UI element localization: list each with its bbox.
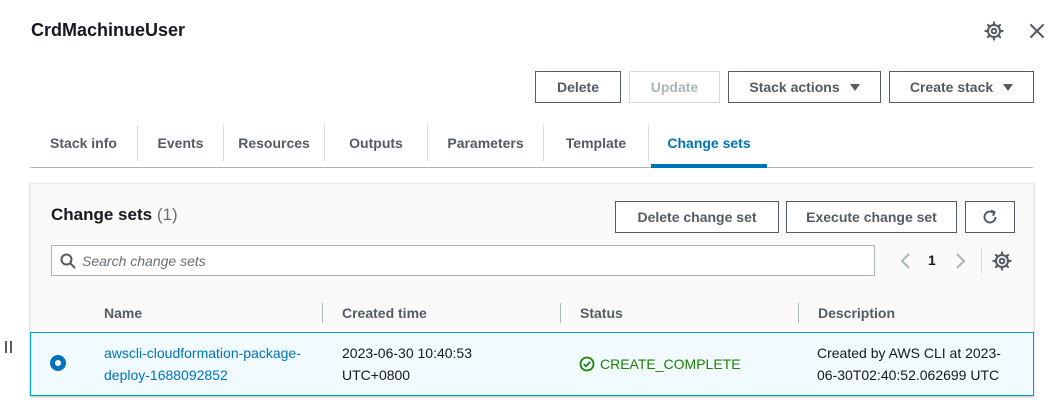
change-sets-heading: Change sets (1) [51, 205, 178, 225]
column-resizer[interactable] [560, 303, 561, 323]
tab-label: Events [157, 135, 204, 151]
stack-actions-label: Stack actions [749, 79, 840, 95]
delete-change-set-label: Delete change set [637, 209, 757, 225]
update-stack-button[interactable]: Update [629, 71, 720, 103]
tab-label: Parameters [447, 135, 524, 151]
search-icon [60, 253, 76, 269]
row-select-radio[interactable] [50, 355, 66, 371]
column-header-created-time[interactable]: Created time [342, 305, 427, 321]
tab-label: Resources [238, 135, 310, 151]
column-header-status[interactable]: Status [580, 305, 623, 321]
search-field[interactable] [51, 245, 875, 276]
column-resizer[interactable] [798, 303, 799, 323]
tab-bar: Stack info Events Resources Outputs Para… [30, 120, 1033, 168]
gear-icon[interactable] [992, 251, 1012, 271]
close-icon[interactable] [1027, 21, 1047, 41]
tab-events[interactable]: Events [138, 124, 223, 162]
page-title: CrdMachinueUser [31, 20, 186, 40]
tab-resources[interactable]: Resources [224, 124, 324, 162]
chevron-right-icon[interactable] [953, 252, 967, 270]
tab-label: Template [565, 135, 627, 151]
execute-change-set-label: Execute change set [806, 209, 937, 225]
delete-stack-button[interactable]: Delete [535, 71, 621, 103]
refresh-icon [983, 209, 997, 224]
status-text: CREATE_COMPLETE [600, 356, 741, 372]
update-stack-label: Update [650, 79, 699, 95]
table-header: Name Created time Status Description [31, 296, 1033, 332]
change-sets-title: Change sets [51, 205, 153, 224]
column-header-name[interactable]: Name [104, 305, 142, 321]
drag-grip-bar [5, 341, 7, 353]
create-stack-dropdown[interactable]: Create stack [889, 71, 1034, 103]
created-time-cell: 2023-06-30 10:40:53 UTC+0800 [342, 345, 472, 383]
tab-parameters[interactable]: Parameters [428, 124, 543, 162]
pager-divider [981, 248, 982, 274]
active-tab-indicator [651, 164, 767, 168]
column-header-description[interactable]: Description [818, 305, 895, 321]
caret-down-icon [1003, 83, 1014, 91]
tab-divider [648, 125, 649, 161]
tab-label: Stack info [50, 135, 117, 151]
execute-change-set-button[interactable]: Execute change set [786, 201, 957, 233]
refresh-button[interactable] [965, 201, 1015, 233]
chevron-left-icon[interactable] [899, 252, 913, 270]
create-stack-label: Create stack [909, 79, 994, 95]
tab-change-sets[interactable]: Change sets [651, 124, 767, 162]
gear-icon[interactable] [984, 21, 1004, 41]
change-sets-panel: Change sets (1) Delete change set Execut… [30, 183, 1034, 396]
change-set-name-link[interactable]: awscli-cloudformation-package-deploy-168… [104, 342, 304, 386]
description-cell: Created by AWS CLI at 2023-06-30T02:40:5… [817, 345, 1001, 383]
tab-template[interactable]: Template [544, 124, 648, 162]
caret-down-icon [849, 83, 860, 91]
stack-actions-dropdown[interactable]: Stack actions [728, 71, 881, 103]
drag-grip-bar [10, 341, 12, 353]
table-row[interactable]: awscli-cloudformation-package-deploy-168… [30, 332, 1034, 396]
delete-stack-label: Delete [556, 79, 600, 95]
check-circle-icon [579, 356, 595, 372]
delete-change-set-button[interactable]: Delete change set [615, 201, 779, 233]
panel-drag-handle[interactable] [4, 340, 14, 356]
tab-label: Outputs [349, 135, 403, 151]
change-sets-count: (1) [156, 205, 178, 224]
status-cell: CREATE_COMPLETE [579, 353, 741, 375]
column-resizer[interactable] [322, 303, 323, 323]
tab-stack-info[interactable]: Stack info [30, 124, 137, 162]
current-page-number[interactable]: 1 [928, 252, 936, 268]
search-input[interactable] [82, 250, 862, 272]
tab-label: Change sets [667, 135, 751, 151]
tab-outputs[interactable]: Outputs [325, 124, 427, 162]
